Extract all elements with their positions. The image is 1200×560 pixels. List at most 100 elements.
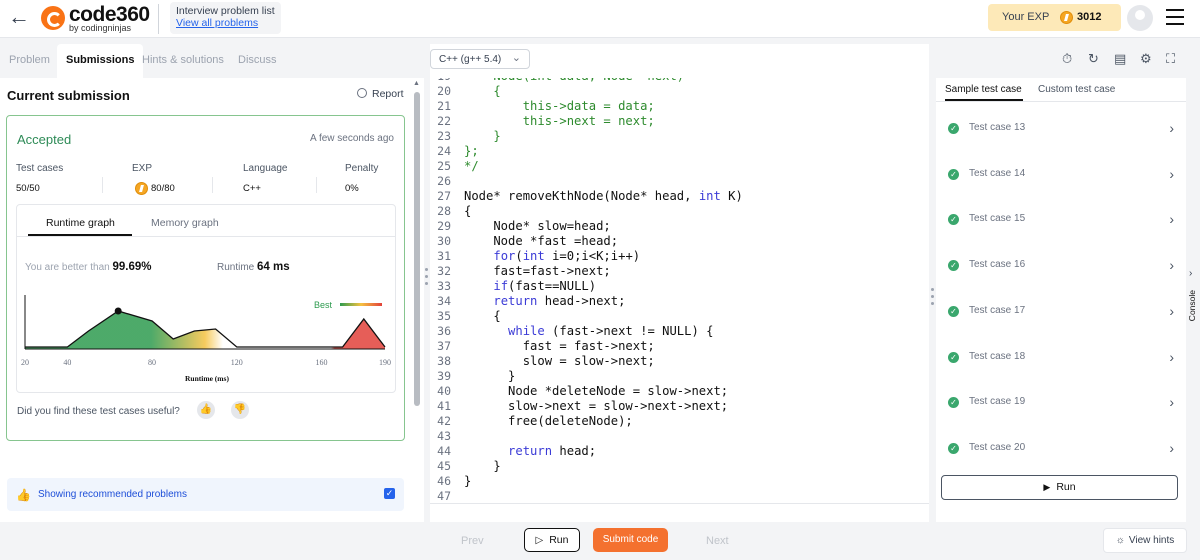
line-number: 38 bbox=[437, 354, 451, 368]
submission-card: Accepted A few seconds ago Test cases 50… bbox=[6, 115, 405, 441]
x-tick-label: 120 bbox=[231, 358, 243, 367]
resize-handle-left[interactable] bbox=[425, 268, 428, 289]
editor-toolbar: ⏱ ↻ ▤ ⚙ ⛶ bbox=[1062, 51, 1184, 67]
avatar[interactable] bbox=[1127, 5, 1153, 31]
report-button[interactable]: Report bbox=[357, 88, 404, 100]
view-hints-button[interactable]: ☼ View hints bbox=[1103, 528, 1187, 553]
fullscreen-icon[interactable]: ⛶ bbox=[1166, 51, 1175, 67]
refresh-icon[interactable]: ↻ bbox=[1088, 51, 1099, 67]
line-text: Node *deleteNode = slow->next; bbox=[464, 384, 729, 398]
divider bbox=[158, 4, 159, 34]
line-text: slow = slow->next; bbox=[464, 354, 655, 368]
test-case-item[interactable]: ✓ Test case 17 › bbox=[948, 302, 1174, 319]
chevron-right-icon: › bbox=[1169, 302, 1174, 319]
line-text: slow->next = slow->next->next; bbox=[464, 399, 729, 413]
logo-mark-icon bbox=[41, 6, 65, 30]
line-number: 27 bbox=[437, 189, 451, 203]
line-number: 34 bbox=[437, 294, 451, 308]
test-case-item[interactable]: ✓ Test case 15 › bbox=[948, 211, 1174, 228]
test-case-item[interactable]: ✓ Test case 16 › bbox=[948, 257, 1174, 274]
feedback-question: Did you find these test cases useful? bbox=[17, 406, 180, 417]
test-case-item[interactable]: ✓ Test case 13 › bbox=[948, 120, 1174, 136]
test-case-label: Test case 18 bbox=[969, 350, 1026, 362]
run-button[interactable]: ▷ Run bbox=[524, 528, 580, 552]
line-text: */ bbox=[464, 159, 479, 173]
recommended-checkbox[interactable]: ✓ bbox=[384, 488, 395, 499]
logo[interactable]: code360 by codingninjas bbox=[41, 3, 151, 35]
hamburger-menu-icon[interactable] bbox=[1166, 9, 1184, 25]
test-case-label: Test case 13 bbox=[969, 122, 1026, 133]
line-text: while (fast->next != NULL) { bbox=[508, 324, 714, 338]
footer-bar: Prev ▷ Run Submit code Next ☼ View hints bbox=[0, 522, 1200, 560]
tab-problem[interactable]: Problem bbox=[9, 54, 50, 66]
line-number: 35 bbox=[437, 309, 451, 323]
tab-submissions[interactable]: Submissions bbox=[57, 44, 144, 78]
run-test-cases-button[interactable]: ▶ Run bbox=[941, 475, 1178, 500]
tab-sample-test-case[interactable]: Sample test case bbox=[945, 84, 1022, 95]
line-text: } bbox=[464, 129, 501, 143]
back-arrow-icon[interactable]: ← bbox=[8, 6, 30, 28]
x-tick-label: 80 bbox=[148, 358, 156, 367]
test-case-item[interactable]: ✓ Test case 20 › bbox=[948, 439, 1174, 456]
divider bbox=[17, 236, 395, 237]
thumbs-down-icon[interactable]: 👎 bbox=[231, 401, 249, 419]
check-circle-icon: ✓ bbox=[948, 351, 959, 363]
scroll-up-icon[interactable]: ▲ bbox=[413, 80, 420, 87]
code-area[interactable]: 19 Node(int data, Node* next)20 {21 this… bbox=[430, 78, 929, 501]
graph-box: Runtime graph Memory graph You are bette… bbox=[16, 204, 396, 393]
tab-discuss[interactable]: Discuss bbox=[238, 54, 277, 66]
line-text: if(fast==NULL) bbox=[493, 279, 597, 293]
check-circle-icon: ✓ bbox=[948, 397, 959, 409]
tab-runtime-graph[interactable]: Runtime graph bbox=[46, 217, 115, 229]
scroll-thumb[interactable] bbox=[414, 92, 420, 406]
chevron-right-icon: › bbox=[1169, 439, 1174, 456]
left-scrollbar[interactable]: ▲ ▼ bbox=[412, 78, 422, 560]
stat-divider bbox=[316, 177, 317, 193]
language-select[interactable]: C++ (g++ 5.4) bbox=[430, 49, 530, 69]
chevron-right-icon: › bbox=[1169, 257, 1174, 274]
run-label: Run bbox=[1056, 481, 1076, 493]
code-editor[interactable]: C++ (g++ 5.4) 19 Node(int data, Node* ne… bbox=[430, 44, 929, 522]
line-text: return head->next; bbox=[493, 294, 626, 308]
tab-custom-test-case[interactable]: Custom test case bbox=[1038, 84, 1115, 95]
line-number: 25 bbox=[437, 159, 451, 173]
divider bbox=[936, 101, 1186, 102]
tab-memory-graph[interactable]: Memory graph bbox=[151, 217, 219, 229]
runtime-chart: 20 40 80 120 160 190 Runtime (ms) Best bbox=[21, 295, 391, 383]
submit-code-button[interactable]: Submit code bbox=[593, 528, 668, 552]
line-text: this->data = data; bbox=[464, 99, 655, 113]
chevron-right-icon: › bbox=[1169, 211, 1174, 228]
divider bbox=[430, 503, 929, 504]
line-number: 31 bbox=[437, 249, 451, 263]
resize-handle-right[interactable] bbox=[931, 288, 934, 309]
test-case-item[interactable]: ✓ Test case 14 › bbox=[948, 166, 1174, 182]
console-toggle[interactable]: › Console bbox=[1187, 260, 1200, 340]
next-button[interactable]: Next bbox=[706, 535, 729, 547]
test-case-item[interactable]: ✓ Test case 19 › bbox=[948, 394, 1174, 410]
line-number: 44 bbox=[437, 444, 451, 458]
x-tick-label: 40 bbox=[63, 358, 71, 367]
coin-icon bbox=[135, 182, 148, 195]
line-number: 22 bbox=[437, 114, 451, 128]
line-number: 32 bbox=[437, 264, 451, 278]
x-tick-label: 20 bbox=[21, 358, 29, 367]
chevron-right-icon: › bbox=[1169, 348, 1174, 365]
recommended-label: Showing recommended problems bbox=[38, 489, 187, 500]
line-text: this->next = next; bbox=[464, 114, 655, 128]
thumbs-up-icon[interactable]: 👍 bbox=[197, 401, 215, 419]
line-number: 28 bbox=[437, 204, 451, 218]
settings-icon[interactable]: ⚙ bbox=[1140, 51, 1152, 67]
stat-test-cases: Test cases 50/50 bbox=[16, 163, 63, 194]
test-case-item[interactable]: ✓ Test case 18 › bbox=[948, 348, 1174, 365]
test-case-label: Test case 19 bbox=[969, 396, 1026, 408]
report-label: Report bbox=[372, 88, 404, 100]
view-all-problems-link[interactable]: View all problems bbox=[176, 17, 275, 29]
your-runtime-marker bbox=[114, 307, 122, 315]
layout-icon[interactable]: ▤ bbox=[1114, 51, 1126, 67]
tab-hints-solutions[interactable]: Hints & solutions bbox=[142, 54, 224, 66]
timer-icon[interactable]: ⏱ bbox=[1062, 51, 1072, 67]
prev-button[interactable]: Prev bbox=[461, 535, 484, 547]
line-number: 47 bbox=[437, 489, 451, 501]
better-value: 99.69% bbox=[112, 261, 152, 273]
line-text: } bbox=[464, 369, 516, 383]
